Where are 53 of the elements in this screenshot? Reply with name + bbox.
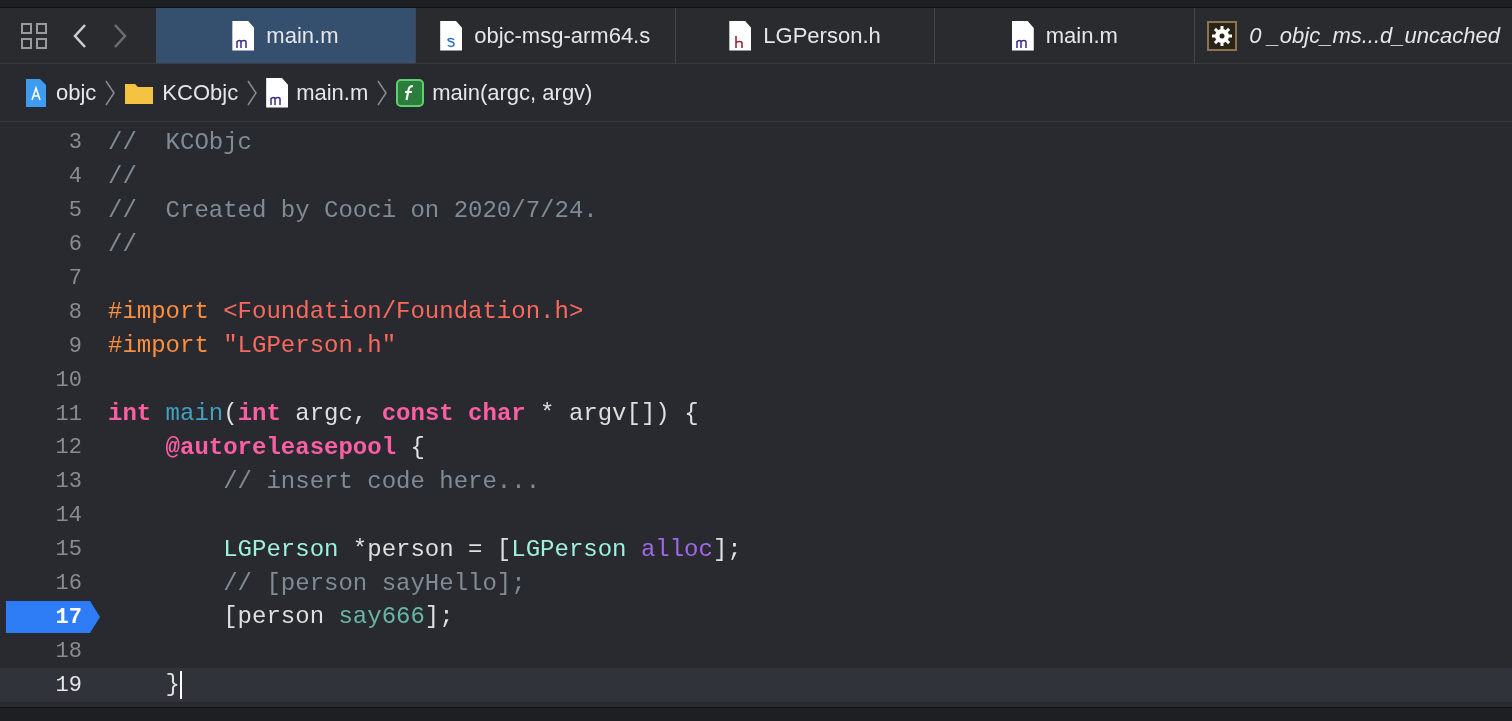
text-cursor <box>180 670 182 699</box>
file-icon <box>1011 20 1034 51</box>
line-number: 8 <box>68 298 82 327</box>
line-number: 13 <box>55 468 82 497</box>
chevron-icon <box>376 78 389 107</box>
editor-tab[interactable]: LGPerson.h <box>675 8 936 63</box>
line-number: 9 <box>68 332 82 361</box>
breadcrumb-item[interactable]: main(argc, argv) <box>396 76 593 109</box>
code-line: [person say666]; <box>222 602 454 633</box>
chevron-icon <box>246 78 259 107</box>
file-icon <box>232 20 255 51</box>
gear-icon <box>1207 20 1238 51</box>
code-line: // Created by Cooci on 2020/7/24. <box>108 195 598 226</box>
code-line: #import <Foundation/Foundation.h> <box>108 297 584 328</box>
code-line: // [person sayHello]; <box>222 568 526 599</box>
code-line: // insert code here... <box>222 466 541 497</box>
code-line: int main(int argc, const char * argv[]) { <box>108 399 699 430</box>
editor-tab[interactable]: main.m <box>935 8 1196 63</box>
editor-tab[interactable]: 0 _objc_ms...d_uncached <box>1195 8 1512 63</box>
code-line: @autoreleasepool { <box>164 432 425 463</box>
function-icon <box>396 78 425 107</box>
line-number: 17 <box>55 603 82 632</box>
code-line: LGPerson *person = [LGPerson alloc]; <box>222 534 742 565</box>
code-line: #import "LGPerson.h" <box>108 331 397 362</box>
line-number: 19 <box>55 671 82 700</box>
line-number: 11 <box>55 400 82 429</box>
line-number: 6 <box>68 231 82 260</box>
project-file-icon <box>24 77 48 108</box>
file-icon <box>440 20 463 51</box>
code-line: // <box>108 161 137 192</box>
file-icon <box>729 20 752 51</box>
line-number: 18 <box>55 637 82 666</box>
code-line: // <box>108 229 137 260</box>
chevron-icon <box>104 78 117 107</box>
line-number: 7 <box>68 265 82 293</box>
editor-tab[interactable]: objc-msg-arm64.s <box>415 8 676 63</box>
breadcrumb-item[interactable]: main.m <box>266 76 369 109</box>
code-line: } <box>108 667 182 704</box>
grid-icon[interactable] <box>20 21 48 50</box>
file-icon <box>266 77 289 108</box>
code-line: // KCObjc <box>108 127 253 158</box>
breakpoint-marker[interactable] <box>6 601 100 634</box>
line-number: 3 <box>68 129 82 158</box>
line-number: 12 <box>55 434 82 463</box>
line-number: 16 <box>55 570 82 598</box>
breadcrumb-item[interactable]: objc <box>24 76 97 109</box>
line-number: 4 <box>68 163 82 192</box>
breadcrumb-item[interactable]: KCObjc <box>124 76 239 109</box>
line-number: 5 <box>68 197 82 226</box>
line-number: 15 <box>55 536 82 565</box>
line-number: 14 <box>55 502 82 531</box>
editor-tab[interactable]: main.m <box>156 8 416 63</box>
line-number: 10 <box>55 366 82 395</box>
